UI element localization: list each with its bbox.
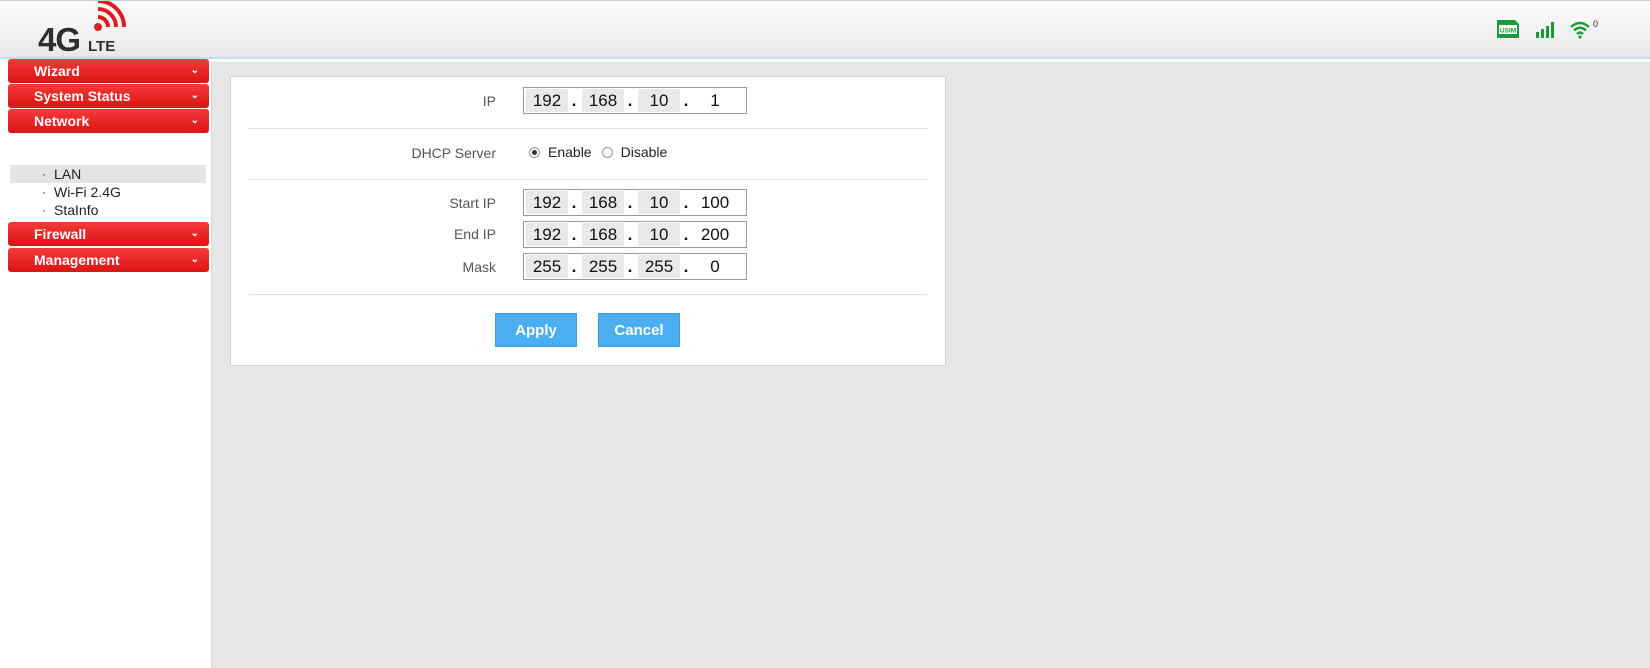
signal-arcs-icon <box>94 1 126 31</box>
ip-separator: . <box>571 91 577 110</box>
ip-octet-4[interactable]: 1 <box>694 89 736 112</box>
sidebar-item-wifi-2-4g[interactable]: · Wi-Fi 2.4G <box>10 183 206 201</box>
ip-separator: . <box>627 257 633 276</box>
ip-separator: . <box>683 91 689 110</box>
ip-octet-1[interactable]: 192 <box>526 89 568 112</box>
ip-separator: . <box>683 225 689 244</box>
section-divider <box>249 128 927 129</box>
mask-octet-3[interactable]: 255 <box>638 255 680 278</box>
bullet-icon: · <box>42 203 46 217</box>
dhcp-enable-label: Enable <box>548 144 592 160</box>
usim-label: USIM <box>1500 28 1516 35</box>
mask-input[interactable]: 255 . 255 . 255 . 0 <box>523 253 747 280</box>
logo-lte-text: LTE <box>88 38 116 55</box>
ip-separator: . <box>683 257 689 276</box>
bullet-icon: · <box>42 185 46 199</box>
start-ip-octet-2[interactable]: 168 <box>582 191 624 214</box>
chevron-down-icon: ⌄ <box>190 90 199 101</box>
cancel-button[interactable]: Cancel <box>598 313 680 347</box>
sidebar-group-label: Firewall <box>34 226 87 242</box>
bullet-icon: · <box>42 167 46 181</box>
chevron-down-icon: ⌄ <box>190 254 199 265</box>
mask-label: Mask <box>462 259 496 275</box>
end-ip-octet-1[interactable]: 192 <box>526 223 568 246</box>
sidebar-group-management[interactable]: Management ⌄ <box>8 248 209 272</box>
sidebar-group-firewall[interactable]: Firewall ⌄ <box>8 222 209 246</box>
chevron-down-icon: ⌄ <box>190 115 199 126</box>
sidebar-item-label: Wi-Fi 2.4G <box>54 184 121 200</box>
sidebar-group-label: Network <box>34 113 90 129</box>
end-ip-input[interactable]: 192 . 168 . 10 . 200 <box>523 221 747 248</box>
chevron-down-icon: ⌄ <box>190 65 199 76</box>
sidebar-item-lan[interactable]: · LAN <box>10 165 206 183</box>
sidebar: Wizard ⌄ System Status ⌄ Network ⌄ · LAN… <box>0 59 212 668</box>
sidebar-item-stainfo[interactable]: · StaInfo <box>10 201 206 219</box>
start-ip-label: Start IP <box>449 195 496 211</box>
brand-logo: 4G LTE <box>38 1 138 58</box>
dhcp-disable-radio[interactable] <box>601 146 613 158</box>
ip-octet-3[interactable]: 10 <box>638 89 680 112</box>
start-ip-octet-4[interactable]: 100 <box>694 191 736 214</box>
dhcp-disable-label: Disable <box>620 144 668 160</box>
dhcp-enable-radio[interactable] <box>529 146 540 158</box>
sidebar-group-label: Wizard <box>34 63 80 79</box>
ip-separator: . <box>627 91 633 110</box>
end-ip-label: End IP <box>453 226 496 242</box>
sidebar-group-wizard[interactable]: Wizard ⌄ <box>8 59 209 83</box>
usim-icon: USIM <box>1496 20 1519 38</box>
top-header: 4G LTE USIM 0 <box>0 0 1650 58</box>
ip-octet-2[interactable]: 168 <box>582 89 624 112</box>
end-ip-octet-4[interactable]: 200 <box>694 223 736 246</box>
wifi-icon <box>1570 21 1590 39</box>
ip-separator: . <box>627 225 633 244</box>
signal-strength-icon <box>1535 22 1554 38</box>
ip-separator: . <box>571 257 577 276</box>
ip-separator: . <box>571 225 577 244</box>
start-ip-octet-3[interactable]: 10 <box>638 191 680 214</box>
logo-4g-text: 4G <box>38 21 81 58</box>
dhcp-server-label: DHCP Server <box>411 145 496 161</box>
apply-button[interactable]: Apply <box>495 313 577 347</box>
sidebar-item-label: LAN <box>54 166 82 182</box>
status-icons: USIM 0 <box>1495 19 1598 45</box>
ip-label: IP <box>482 93 496 109</box>
end-ip-octet-2[interactable]: 168 <box>582 223 624 246</box>
sidebar-group-label: System Status <box>34 88 131 104</box>
start-ip-octet-1[interactable]: 192 <box>526 191 568 214</box>
section-divider <box>249 294 927 295</box>
ip-address-input[interactable]: 192 . 168 . 10 . 1 <box>523 87 747 114</box>
sidebar-item-label: StaInfo <box>54 202 99 218</box>
mask-octet-4[interactable]: 0 <box>694 255 736 278</box>
start-ip-input[interactable]: 192 . 168 . 10 . 100 <box>523 189 747 216</box>
section-divider <box>249 179 927 180</box>
end-ip-octet-3[interactable]: 10 <box>638 223 680 246</box>
sidebar-group-label: Management <box>34 252 120 268</box>
sidebar-group-network[interactable]: Network ⌄ <box>8 109 209 133</box>
ip-separator: . <box>627 193 633 212</box>
dhcp-server-radio-group: Enable Disable <box>529 144 677 160</box>
mask-octet-1[interactable]: 255 <box>526 255 568 278</box>
ip-separator: . <box>571 193 577 212</box>
chevron-down-icon: ⌄ <box>190 228 199 239</box>
ip-separator: . <box>683 193 689 212</box>
lan-settings-panel: IP 192 . 168 . 10 . 1 DHCP Server Enable… <box>230 76 946 366</box>
mask-octet-2[interactable]: 255 <box>582 255 624 278</box>
wifi-client-count: 0 <box>1592 19 1598 29</box>
header-spacer <box>0 59 1650 62</box>
sidebar-group-system-status[interactable]: System Status ⌄ <box>8 84 209 108</box>
